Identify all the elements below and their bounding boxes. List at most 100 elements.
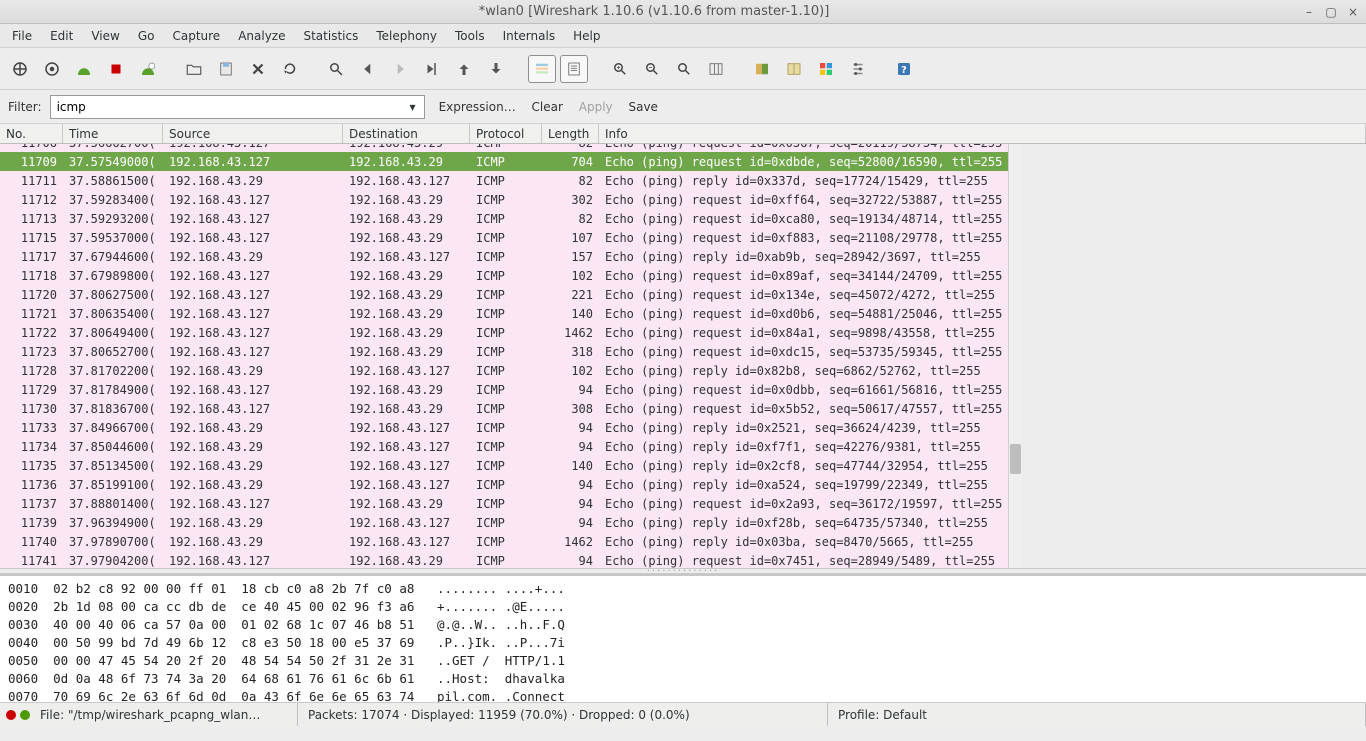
hex-row[interactable]: 0070 70 69 6c 2e 63 6f 6d 0d 0a 43 6f 6e… xyxy=(8,688,1358,702)
menu-view[interactable]: View xyxy=(83,27,127,45)
close-button[interactable]: × xyxy=(1346,5,1360,19)
menu-file[interactable]: File xyxy=(4,27,40,45)
menu-go[interactable]: Go xyxy=(130,27,163,45)
hex-row[interactable]: 0020 2b 1d 08 00 ca cc db de ce 40 45 00… xyxy=(8,598,1358,616)
table-row[interactable]: 1173037.81836700(192.168.43.127192.168.4… xyxy=(0,399,1008,418)
table-row[interactable]: 1172337.80652700(192.168.43.127192.168.4… xyxy=(0,342,1008,361)
window-titlebar: *wlan0 [Wireshark 1.10.6 (v1.10.6 from m… xyxy=(0,0,1366,24)
help-icon[interactable]: ? xyxy=(890,55,918,83)
filter-dropdown-icon[interactable]: ▾ xyxy=(403,97,423,117)
zoom-in-icon[interactable] xyxy=(606,55,634,83)
table-row[interactable]: 1171537.59537000(192.168.43.127192.168.4… xyxy=(0,228,1008,247)
menu-help[interactable]: Help xyxy=(565,27,608,45)
window-title: *wlan0 [Wireshark 1.10.6 (v1.10.6 from m… xyxy=(6,4,1302,19)
table-row[interactable]: 1172837.81702200(192.168.43.29192.168.43… xyxy=(0,361,1008,380)
save-file-icon[interactable] xyxy=(212,55,240,83)
close-file-icon[interactable] xyxy=(244,55,272,83)
menu-analyze[interactable]: Analyze xyxy=(230,27,293,45)
menubar: File Edit View Go Capture Analyze Statis… xyxy=(0,24,1366,48)
hex-row[interactable]: 0050 00 00 47 45 54 20 2f 20 48 54 54 50… xyxy=(8,652,1358,670)
status-file[interactable]: File: "/tmp/wireshark_pcapng_wlan… xyxy=(30,703,298,726)
goto-last-icon[interactable] xyxy=(482,55,510,83)
menu-edit[interactable]: Edit xyxy=(42,27,81,45)
col-destination[interactable]: Destination xyxy=(343,124,470,143)
expert-info-icon[interactable] xyxy=(6,710,16,720)
hex-pane[interactable]: 0010 02 b2 c8 92 00 00 ff 01 18 cb c0 a8… xyxy=(0,574,1366,702)
resize-columns-icon[interactable] xyxy=(702,55,730,83)
hex-row[interactable]: 0030 40 00 40 06 ca 57 0a 00 01 02 68 1c… xyxy=(8,616,1358,634)
color-rules-icon[interactable] xyxy=(812,55,840,83)
filter-expression-button[interactable]: Expression… xyxy=(433,100,522,114)
col-protocol[interactable]: Protocol xyxy=(470,124,542,143)
table-row[interactable]: 1173937.96394900(192.168.43.29192.168.43… xyxy=(0,513,1008,532)
table-row[interactable]: 1174037.97890700(192.168.43.29192.168.43… xyxy=(0,532,1008,551)
autoscroll-icon[interactable] xyxy=(560,55,588,83)
capture-status-icon xyxy=(20,710,30,720)
table-row[interactable]: 1173437.85044600(192.168.43.29192.168.43… xyxy=(0,437,1008,456)
filter-save-button[interactable]: Save xyxy=(622,100,663,114)
interfaces-icon[interactable] xyxy=(6,55,34,83)
filter-clear-button[interactable]: Clear xyxy=(526,100,569,114)
filter-toolbar: Filter: ▾ Expression… Clear Apply Save xyxy=(0,90,1366,124)
statusbar: File: "/tmp/wireshark_pcapng_wlan… Packe… xyxy=(0,702,1366,726)
table-row[interactable]: 1171737.67944600(192.168.43.29192.168.43… xyxy=(0,247,1008,266)
hex-row[interactable]: 0060 0d 0a 48 6f 73 74 3a 20 64 68 61 76… xyxy=(8,670,1358,688)
table-row[interactable]: 1173637.85199100(192.168.43.29192.168.43… xyxy=(0,475,1008,494)
maximize-button[interactable]: ▢ xyxy=(1324,5,1338,19)
status-profile[interactable]: Profile: Default xyxy=(828,703,1366,726)
go-back-icon[interactable] xyxy=(354,55,382,83)
colorize-icon[interactable] xyxy=(528,55,556,83)
table-row[interactable]: 1171837.67989800(192.168.43.127192.168.4… xyxy=(0,266,1008,285)
table-row[interactable]: 1173737.88801400(192.168.43.127192.168.4… xyxy=(0,494,1008,513)
table-row[interactable]: 1173537.85134500(192.168.43.29192.168.43… xyxy=(0,456,1008,475)
filter-tool2-icon[interactable] xyxy=(780,55,808,83)
scrollbar-thumb[interactable] xyxy=(1010,444,1021,474)
table-row[interactable]: 1172237.80649400(192.168.43.127192.168.4… xyxy=(0,323,1008,342)
hex-row[interactable]: 0040 00 50 99 bd 7d 49 6b 12 c8 e3 50 18… xyxy=(8,634,1358,652)
table-row[interactable]: 1172037.80627500(192.168.43.127192.168.4… xyxy=(0,285,1008,304)
table-row[interactable]: 1173337.84966700(192.168.43.29192.168.43… xyxy=(0,418,1008,437)
table-row[interactable]: 1174137.97904200(192.168.43.127192.168.4… xyxy=(0,551,1008,568)
menu-statistics[interactable]: Statistics xyxy=(295,27,366,45)
status-packets: Packets: 17074 · Displayed: 11959 (70.0%… xyxy=(298,703,828,726)
filter-input[interactable] xyxy=(50,95,425,119)
table-row[interactable]: 1171137.58861500(192.168.43.29192.168.43… xyxy=(0,171,1008,190)
table-row[interactable]: 1170637.56662700(192.168.43.127192.168.4… xyxy=(0,144,1008,152)
toolbar: ? xyxy=(0,48,1366,90)
table-row[interactable]: 1172937.81784900(192.168.43.127192.168.4… xyxy=(0,380,1008,399)
table-row[interactable]: 1171237.59283400(192.168.43.127192.168.4… xyxy=(0,190,1008,209)
minimize-button[interactable]: – xyxy=(1302,5,1316,19)
options-icon[interactable] xyxy=(38,55,66,83)
table-row[interactable]: 1172137.80635400(192.168.43.127192.168.4… xyxy=(0,304,1008,323)
col-time[interactable]: Time xyxy=(63,124,163,143)
table-row[interactable]: 1170937.57549000(192.168.43.127192.168.4… xyxy=(0,152,1008,171)
hex-row[interactable]: 0010 02 b2 c8 92 00 00 ff 01 18 cb c0 a8… xyxy=(8,580,1358,598)
packet-list[interactable]: 1170637.56662700(192.168.43.127192.168.4… xyxy=(0,144,1008,568)
svg-text:?: ? xyxy=(901,64,907,75)
table-row[interactable]: 1171337.59293200(192.168.43.127192.168.4… xyxy=(0,209,1008,228)
packet-scrollbar[interactable] xyxy=(1008,144,1022,568)
start-capture-icon[interactable] xyxy=(70,55,98,83)
go-forward-icon[interactable] xyxy=(386,55,414,83)
goto-first-icon[interactable] xyxy=(450,55,478,83)
col-no[interactable]: No. xyxy=(0,124,63,143)
reload-icon[interactable] xyxy=(276,55,304,83)
menu-telephony[interactable]: Telephony xyxy=(368,27,445,45)
menu-internals[interactable]: Internals xyxy=(495,27,564,45)
col-info[interactable]: Info xyxy=(599,124,1366,143)
menu-capture[interactable]: Capture xyxy=(164,27,228,45)
zoom-reset-icon[interactable] xyxy=(670,55,698,83)
goto-packet-icon[interactable] xyxy=(418,55,446,83)
zoom-out-icon[interactable] xyxy=(638,55,666,83)
col-source[interactable]: Source xyxy=(163,124,343,143)
find-icon[interactable] xyxy=(322,55,350,83)
menu-tools[interactable]: Tools xyxy=(447,27,493,45)
filter-tool1-icon[interactable] xyxy=(748,55,776,83)
open-file-icon[interactable] xyxy=(180,55,208,83)
preferences-icon[interactable] xyxy=(844,55,872,83)
restart-capture-icon[interactable] xyxy=(134,55,162,83)
stop-capture-icon[interactable] xyxy=(102,55,130,83)
packet-list-header: No. Time Source Destination Protocol Len… xyxy=(0,124,1366,144)
filter-apply-button[interactable]: Apply xyxy=(573,100,619,114)
col-length[interactable]: Length xyxy=(542,124,599,143)
